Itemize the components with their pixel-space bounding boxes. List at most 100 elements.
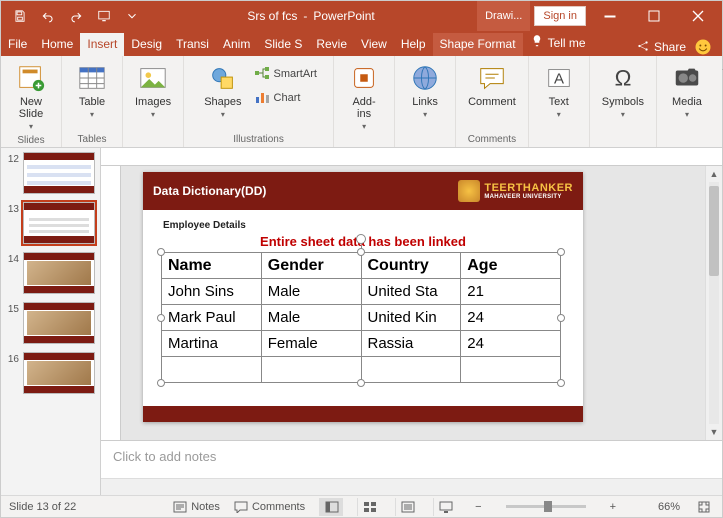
feedback-smiley-icon[interactable] [694, 38, 712, 56]
zoom-slider-knob[interactable] [544, 501, 552, 512]
resize-handle[interactable] [157, 248, 165, 256]
resize-handle[interactable] [557, 248, 565, 256]
table-label: Table [79, 96, 105, 108]
qat-customize-icon[interactable] [119, 3, 145, 29]
ribbon-tabs: File Home Insert Desig Transi Anim Slide… [1, 31, 722, 56]
contextual-tab-drawing[interactable]: Drawi... [477, 1, 530, 31]
smartart-button[interactable]: SmartArt [254, 64, 317, 84]
slide-sorter-view-button[interactable] [357, 498, 381, 516]
zoom-slider[interactable] [506, 505, 586, 508]
thumbnail[interactable] [23, 202, 95, 244]
quick-access-toolbar [1, 3, 145, 29]
notes-toggle[interactable]: Notes [173, 501, 220, 513]
thumbnail-12[interactable]: 12 [5, 152, 96, 194]
comment-button[interactable]: Comment [464, 60, 520, 110]
resize-handle[interactable] [557, 314, 565, 322]
tab-slideshow[interactable]: Slide S [257, 33, 309, 56]
addins-button[interactable]: Add- ins ▾ [342, 60, 386, 133]
scroll-thumb[interactable] [709, 186, 719, 276]
title-bar: Srs of fcs - PowerPoint Drawi... Sign in [1, 1, 722, 31]
resize-handle[interactable] [357, 379, 365, 387]
undo-icon[interactable] [35, 3, 61, 29]
tab-transitions[interactable]: Transi [169, 33, 216, 56]
table-row: MartinaFemaleRassia24 [162, 331, 561, 357]
new-slide-button[interactable]: New Slide ▾ [9, 60, 53, 133]
tab-shape-format[interactable]: Shape Format [433, 33, 523, 56]
tab-view[interactable]: View [354, 33, 394, 56]
slide-canvas[interactable]: Data Dictionary(DD) TEERTHANKER MAHAVEER… [121, 166, 705, 440]
text-button[interactable]: A Text ▾ [537, 60, 581, 121]
thumbnail-13[interactable]: 13 [5, 202, 96, 244]
thumbnail[interactable] [23, 352, 95, 394]
slide-counter[interactable]: Slide 13 of 22 [9, 501, 76, 513]
resize-handle[interactable] [557, 379, 565, 387]
close-button[interactable] [678, 1, 718, 31]
document-title: Srs of fcs [247, 9, 297, 23]
links-button[interactable]: Links ▾ [403, 60, 447, 121]
textbox-icon: A [543, 62, 575, 94]
images-label: Images [135, 96, 171, 108]
zoom-percent[interactable]: 66% [634, 501, 680, 513]
media-button[interactable]: Media ▾ [665, 60, 709, 121]
slide-thumbnails-panel[interactable]: 12 13 14 15 16 [1, 148, 101, 495]
scroll-down-icon[interactable]: ▼ [706, 424, 722, 440]
rotate-handle[interactable] [356, 234, 366, 244]
horizontal-scrollbar[interactable] [101, 478, 722, 495]
status-bar: Slide 13 of 22 Notes Comments − + 66% [1, 495, 722, 517]
table-row: Mark PaulMaleUnited Kin24 [162, 305, 561, 331]
redo-icon[interactable] [63, 3, 89, 29]
table-header-row: Name Gender Country Age [162, 253, 561, 279]
thumbnail[interactable] [23, 252, 95, 294]
thumbnail-15[interactable]: 15 [5, 302, 96, 344]
tab-animations[interactable]: Anim [216, 33, 257, 56]
slide-header: Data Dictionary(DD) TEERTHANKER MAHAVEER… [143, 172, 583, 210]
minimize-button[interactable] [590, 1, 630, 31]
zoom-in-button[interactable]: + [606, 501, 620, 513]
fit-to-window-button[interactable] [694, 498, 714, 516]
vertical-ruler[interactable] [101, 166, 121, 440]
symbols-label: Symbols [602, 96, 644, 108]
zoom-out-button[interactable]: − [471, 501, 485, 513]
tab-help[interactable]: Help [394, 33, 433, 56]
horizontal-ruler[interactable] [101, 148, 722, 166]
collapse-ribbon-icon[interactable] [717, 56, 723, 147]
tab-design[interactable]: Desig [124, 33, 169, 56]
images-button[interactable]: Images ▾ [131, 60, 175, 121]
col-header: Country [361, 253, 461, 279]
reading-view-button[interactable] [395, 498, 419, 516]
thumbnail-16[interactable]: 16 [5, 352, 96, 394]
slide[interactable]: Data Dictionary(DD) TEERTHANKER MAHAVEER… [143, 172, 583, 422]
scroll-up-icon[interactable]: ▲ [706, 166, 722, 182]
sign-in-button[interactable]: Sign in [534, 6, 586, 26]
tab-home[interactable]: Home [34, 33, 80, 56]
resize-handle[interactable] [157, 379, 165, 387]
start-from-beginning-icon[interactable] [91, 3, 117, 29]
vertical-scrollbar[interactable]: ▲ ▼ [705, 166, 722, 440]
thumbnail[interactable] [23, 302, 95, 344]
thumbnail[interactable] [23, 152, 95, 194]
chart-button[interactable]: Chart [254, 88, 317, 108]
save-icon[interactable] [7, 3, 33, 29]
comments-toggle[interactable]: Comments [234, 501, 305, 513]
data-table: Name Gender Country Age John SinsMaleUni… [161, 252, 561, 383]
table-button[interactable]: Table ▾ [70, 60, 114, 121]
tab-file[interactable]: File [1, 33, 34, 56]
notes-label: Notes [191, 501, 220, 513]
notes-pane[interactable]: Click to add notes [101, 440, 722, 478]
normal-view-button[interactable] [319, 498, 343, 516]
tab-review[interactable]: Revie [309, 33, 354, 56]
resize-handle[interactable] [157, 314, 165, 322]
tab-insert[interactable]: Insert [80, 33, 124, 56]
linked-table-object[interactable]: Name Gender Country Age John SinsMaleUni… [161, 252, 561, 383]
symbols-button[interactable]: Ω Symbols ▾ [598, 60, 648, 121]
tell-me[interactable]: Tell me [523, 30, 593, 56]
shapes-button[interactable]: Shapes ▾ [200, 60, 245, 121]
share-button[interactable]: Share [636, 39, 686, 56]
slide-footer-bar [143, 406, 583, 422]
slideshow-view-button[interactable] [433, 498, 457, 516]
svg-text:A: A [554, 71, 564, 88]
resize-handle[interactable] [357, 248, 365, 256]
maximize-button[interactable] [634, 1, 674, 31]
notes-icon [173, 501, 187, 513]
thumbnail-14[interactable]: 14 [5, 252, 96, 294]
